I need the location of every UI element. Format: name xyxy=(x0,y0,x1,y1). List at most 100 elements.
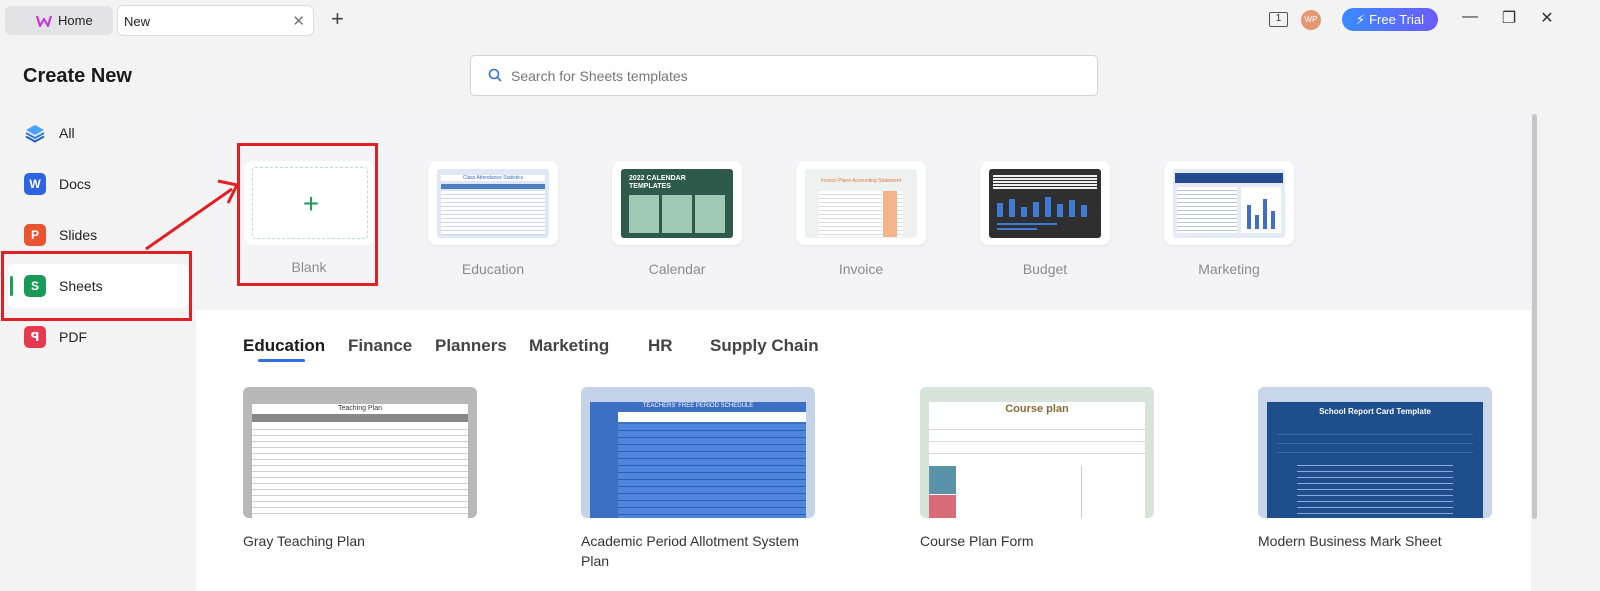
thumb-table xyxy=(993,175,1097,189)
budget-thumbnail xyxy=(989,169,1101,238)
avatar[interactable]: WP xyxy=(1301,10,1321,30)
thumb-info xyxy=(1277,426,1473,454)
template-card[interactable]: Teaching Plan Gray Teaching Plan xyxy=(243,387,477,551)
template-card[interactable]: TEACHERS' FREE PERIOD SCHEDULE Academic … xyxy=(581,387,815,571)
template-thumbnail: School Report Card Template xyxy=(1258,387,1492,518)
invoice-thumbnail: Invoice Plane Accounting Statement xyxy=(805,169,917,238)
category-label: Marketing xyxy=(1198,261,1260,277)
template-name: Modern Business Mark Sheet xyxy=(1258,533,1442,549)
thumb-title: TEACHERS' FREE PERIOD SCHEDULE xyxy=(642,403,754,409)
thumb-bar xyxy=(1057,204,1063,217)
thumb-bar xyxy=(1009,199,1015,217)
title-bar: Home New ✕ + 1 WP ⚡ Free Trial — ❐ ✕ xyxy=(0,0,1600,40)
thumb-bar xyxy=(1021,207,1027,217)
category-card: 2022 CALENDAR TEMPLATES xyxy=(612,161,742,245)
annotation-arrow xyxy=(145,179,239,251)
search-input[interactable] xyxy=(511,65,1071,87)
tab-hr[interactable]: HR xyxy=(648,336,673,356)
category-invoice[interactable]: Invoice Plane Accounting Statement Invoi… xyxy=(796,161,926,277)
education-thumbnail: Class Attendance Statistics xyxy=(437,169,549,238)
restore-icon[interactable]: ❐ xyxy=(1499,8,1519,28)
thumb-title: Invoice Plane Accounting Statement xyxy=(820,178,902,184)
thumb-block-pink xyxy=(929,495,956,518)
thumb-chart xyxy=(1241,187,1281,233)
wps-logo-icon xyxy=(36,15,52,28)
thumb-accent-column xyxy=(883,191,897,237)
template-name: Course Plan Form xyxy=(920,533,1034,549)
thumb-sheet: TEACHERS' FREE PERIOD SCHEDULE xyxy=(590,402,806,518)
template-thumbnail: TEACHERS' FREE PERIOD SCHEDULE xyxy=(581,387,815,518)
thumb-header xyxy=(252,414,468,422)
new-tab-plus-icon[interactable]: + xyxy=(331,7,344,31)
thumb-rows xyxy=(929,418,1145,464)
thumb-title: Class Attendance Statistics xyxy=(441,175,545,181)
sidebar-item-label: PDF xyxy=(59,329,87,345)
category-calendar[interactable]: 2022 CALENDAR TEMPLATES Calendar xyxy=(612,161,742,277)
tab-home-label: Home xyxy=(58,13,93,28)
lightning-icon: ⚡ xyxy=(1355,11,1366,27)
thumb-header xyxy=(618,412,806,422)
thumb-title: Teaching Plan xyxy=(338,405,382,412)
category-card: Invoice Plane Accounting Statement xyxy=(796,161,926,245)
thumb-bar xyxy=(1069,200,1075,217)
thumb-line xyxy=(997,223,1057,225)
thumb-title: 2022 CALENDAR TEMPLATES xyxy=(629,175,686,190)
thumb-title: Course plan xyxy=(1005,403,1069,415)
thumb-bar xyxy=(1247,205,1251,229)
thumb-bar xyxy=(1255,215,1259,229)
sidebar-item-label: Docs xyxy=(59,176,91,192)
tab-supply-chain[interactable]: Supply Chain xyxy=(710,336,819,356)
category-card: Class Attendance Statistics xyxy=(428,161,558,245)
create-new-title: Create New xyxy=(23,65,132,87)
active-tab-underline xyxy=(258,359,305,362)
template-name: Academic Period Allotment System Plan xyxy=(581,533,799,569)
thumb-title: School Report Card Template xyxy=(1319,407,1431,416)
category-marketing[interactable]: Marketing xyxy=(1164,161,1294,277)
search-bar[interactable] xyxy=(470,55,1098,96)
close-window-icon[interactable]: ✕ xyxy=(1537,8,1557,28)
thumb-grid xyxy=(629,195,725,233)
thumb-sheet: School Report Card Template xyxy=(1267,402,1483,518)
thumb-header xyxy=(441,184,545,189)
thumb-rows xyxy=(1297,460,1453,518)
thumb-divider xyxy=(1081,466,1082,518)
tab-marketing[interactable]: Marketing xyxy=(529,336,609,356)
sidebar-item-label: All xyxy=(59,125,75,141)
scrollbar[interactable] xyxy=(1532,114,1537,519)
category-label: Invoice xyxy=(838,261,884,277)
search-icon xyxy=(488,68,502,82)
thumb-rows xyxy=(1177,187,1237,233)
layers-icon xyxy=(25,125,45,143)
calendar-thumbnail: 2022 CALENDAR TEMPLATES xyxy=(621,169,733,238)
free-trial-button[interactable]: ⚡ Free Trial xyxy=(1342,8,1438,31)
thumb-header xyxy=(1175,173,1283,183)
tab-education[interactable]: Education xyxy=(243,336,325,356)
thumb-rows xyxy=(441,191,545,235)
reading-mode-icon[interactable]: 1 xyxy=(1269,12,1288,27)
sidebar-item-all[interactable]: All xyxy=(8,111,188,155)
category-budget[interactable]: Budget xyxy=(980,161,1110,277)
category-label: Budget xyxy=(1022,261,1068,277)
tab-new-label: New xyxy=(124,14,151,29)
template-card[interactable]: School Report Card Template Modern Busin… xyxy=(1258,387,1492,551)
thumb-bar xyxy=(1033,202,1039,217)
thumb-block-teal xyxy=(929,466,956,494)
close-tab-icon[interactable]: ✕ xyxy=(292,12,305,30)
thumb-rows xyxy=(252,424,468,518)
thumb-rows xyxy=(618,424,806,518)
thumb-line xyxy=(997,228,1037,230)
sidebar-item-pdf[interactable]: ꟼ PDF xyxy=(8,315,188,359)
category-card xyxy=(1164,161,1294,245)
thumb-bar xyxy=(1263,199,1267,229)
tab-home[interactable]: Home xyxy=(5,6,113,35)
category-education[interactable]: Class Attendance Statistics Education xyxy=(428,161,558,277)
template-thumbnail: Course plan xyxy=(920,387,1154,518)
thumb-sheet: Course plan xyxy=(929,402,1145,518)
pdf-icon: ꟼ xyxy=(24,326,46,348)
tab-new[interactable]: New ✕ xyxy=(117,5,314,36)
minimize-icon[interactable]: — xyxy=(1460,8,1480,26)
category-label: Education xyxy=(461,261,525,277)
template-card[interactable]: Course plan Course Plan Form xyxy=(920,387,1154,551)
tab-planners[interactable]: Planners xyxy=(435,336,507,356)
tab-finance[interactable]: Finance xyxy=(348,336,412,356)
